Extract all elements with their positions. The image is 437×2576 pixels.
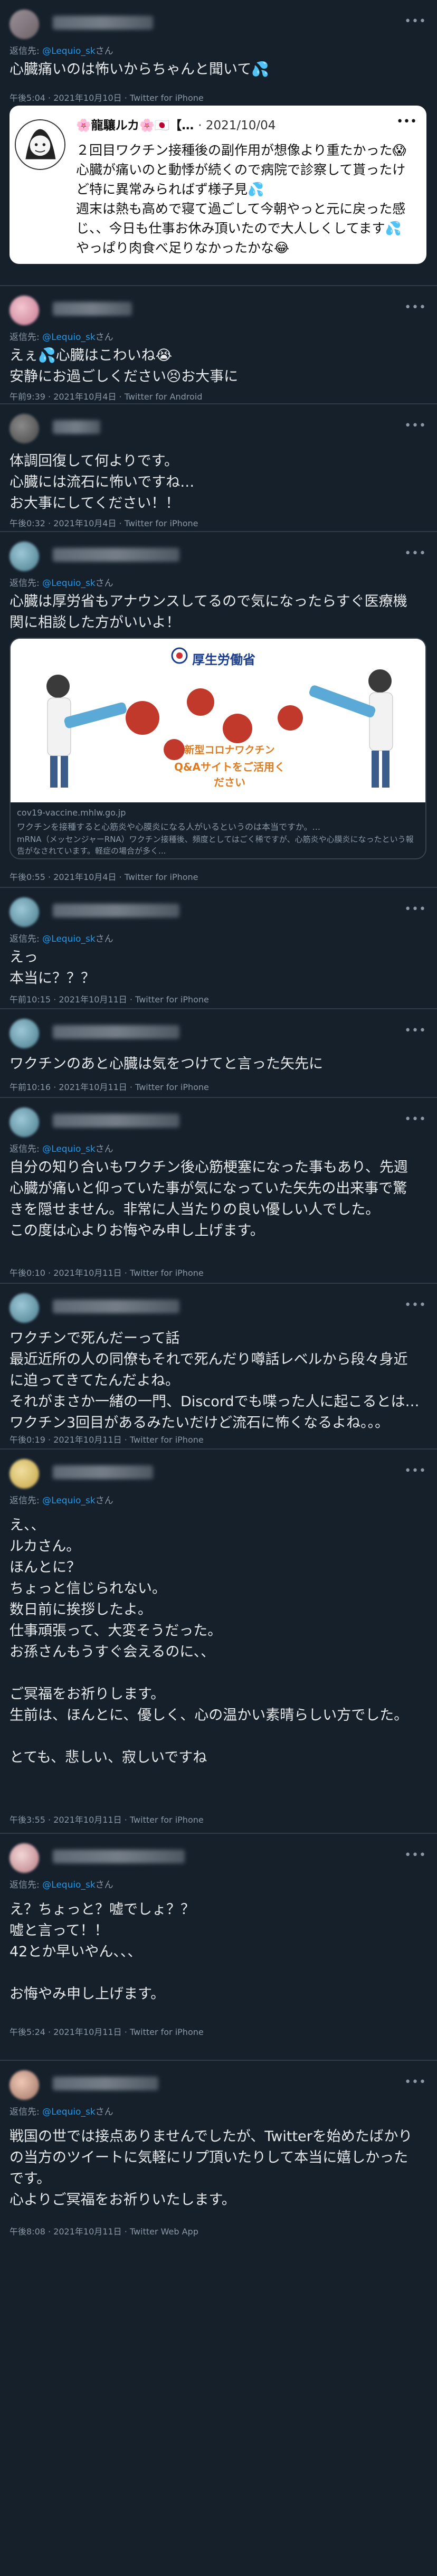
- tweet[interactable]: ••• 体調回復して何よりです。 心臓には流石に怖いですね… お大事にしてくださ…: [0, 404, 437, 542]
- tweet-text: 体調回復して何よりです。 心臓には流石に怖いですね… お大事にしてください！！: [10, 453, 195, 512]
- tweet-meta: 午前9:39 · 2021年10月4日 · Twitter for Androi…: [10, 392, 203, 402]
- reply-context: 返信先: @Lequio_skさん: [10, 46, 113, 56]
- tweet[interactable]: ••• 返信先: @Lequio_skさん え？ちょっと？嘘でしょ？？ 嘘と言っ…: [0, 1834, 437, 2056]
- tweet-text: 戦国の世では接点ありませんでしたが、Twitterを始めたばかりの当方のツイート…: [10, 2128, 413, 2208]
- link-card[interactable]: 厚生労働省 新型コロナワクチン Q&Aサイトをご活用ください cov19-vac…: [10, 638, 426, 859]
- avatar[interactable]: [10, 1843, 39, 1873]
- tweet-text: え、、 ルカさん。 ほんとに？ ちょっと信じられない。 数日前に挨拶したよ。 仕…: [10, 1517, 408, 1766]
- tweet[interactable]: ••• 返信先: @Lequio_skさん 心臓は厚労省もアナウンスしてるので気…: [0, 532, 437, 923]
- display-name[interactable]: [53, 16, 153, 30]
- quoted-text: ２回目ワクチン接種後の副作用が想像より重たかった😱 心臓が痛いのと動悸が続くので…: [76, 143, 406, 255]
- more-options-icon[interactable]: •••: [404, 1464, 426, 1478]
- tweet[interactable]: ••• 返信先: @Lequio_skさん え、、 ルカさん。 ほんとに？ ちょ…: [0, 1450, 437, 1825]
- avatar[interactable]: [10, 1107, 39, 1137]
- reply-handle-link[interactable]: @Lequio_sk: [42, 1495, 96, 1506]
- more-options-icon[interactable]: •••: [404, 547, 426, 560]
- display-name[interactable]: [53, 302, 132, 316]
- display-name[interactable]: [53, 2077, 158, 2090]
- display-name[interactable]: [53, 1114, 179, 1128]
- quoted-more-icon[interactable]: •••: [396, 115, 417, 128]
- quoted-avatar: [15, 119, 65, 170]
- tweet[interactable]: ••• 返信先: @Lequio_skさん 自分の知り合いもワクチン後心筋梗塞に…: [0, 1098, 437, 1278]
- reply-handle-link[interactable]: @Lequio_sk: [42, 332, 96, 343]
- tweet-thread: ••• 返信先: @Lequio_skさん 心臓痛いのは怖いからちゃんと聞いて💦…: [0, 0, 437, 2576]
- tweet-meta: 午後3:55 · 2021年10月11日 · Twitter for iPhon…: [10, 1815, 204, 1825]
- display-name[interactable]: [53, 904, 179, 917]
- display-name[interactable]: [53, 1300, 179, 1313]
- card-banner: 新型コロナワクチン Q&Aサイトをご活用ください: [174, 744, 285, 789]
- reply-handle-link[interactable]: @Lequio_sk: [42, 46, 96, 56]
- more-options-icon[interactable]: •••: [404, 1299, 426, 1312]
- reply-handle-link[interactable]: @Lequio_sk: [42, 934, 96, 944]
- tweet[interactable]: ••• 返信先: @Lequio_skさん えっ 本当に？？？ 午前10:15 …: [0, 888, 437, 1005]
- more-options-icon[interactable]: •••: [404, 419, 426, 432]
- reply-context: 返信先: @Lequio_skさん: [10, 1144, 113, 1154]
- tweet[interactable]: ••• 返信先: @Lequio_skさん えぇ💦心臓はこわいね😭 安静にお過ご…: [0, 286, 437, 402]
- display-name[interactable]: [53, 1025, 179, 1039]
- quoted-header: 🌸龍驤ルカ🌸🇯🇵【… · 2021/10/04: [76, 119, 276, 132]
- tweet-meta: 午後5:04 · 2021年10月10日 · Twitter for iPhon…: [10, 93, 204, 103]
- tweet-text: えぇ💦心臓はこわいね😭 安静にお過ごしください😣お大事に: [10, 347, 239, 385]
- avatar[interactable]: [10, 1293, 39, 1323]
- reply-handle-link[interactable]: @Lequio_sk: [42, 1144, 96, 1154]
- more-options-icon[interactable]: •••: [404, 1849, 426, 1862]
- tweet-text: 心臓は厚労省もアナウンスしてるので気になったらすぐ医療機関に相談した方がいいよ！: [10, 593, 407, 631]
- avatar[interactable]: [10, 414, 39, 443]
- reply-context: 返信先: @Lequio_skさん: [10, 1880, 113, 1890]
- reply-handle-link[interactable]: @Lequio_sk: [42, 578, 96, 589]
- reply-context: 返信先: @Lequio_skさん: [10, 934, 113, 944]
- reply-context: 返信先: @Lequio_skさん: [10, 1495, 113, 1506]
- tweet-text: 心臓痛いのは怖いからちゃんと聞いて💦: [10, 61, 269, 78]
- more-options-icon[interactable]: •••: [404, 2076, 426, 2089]
- display-name[interactable]: [53, 548, 179, 562]
- link-card-image: 厚生労働省 新型コロナワクチン Q&Aサイトをご活用ください: [11, 639, 425, 802]
- avatar[interactable]: [10, 296, 39, 325]
- reply-handle-link[interactable]: @Lequio_sk: [42, 2107, 96, 2117]
- tweet-text: ワクチンのあと心臓は気をつけてと言った矢先に: [10, 1056, 323, 1072]
- reply-context: 返信先: @Lequio_skさん: [10, 2107, 113, 2117]
- tweet[interactable]: ••• 返信先: @Lequio_skさん 戦国の世では接点ありませんでしたが、…: [0, 2061, 437, 2240]
- tweet-meta: 午後5:24 · 2021年10月11日 · Twitter for iPhon…: [10, 2027, 204, 2037]
- tweet-meta: 午前10:16 · 2021年10月11日 · Twitter for iPho…: [10, 1082, 209, 1092]
- more-options-icon[interactable]: •••: [404, 1024, 426, 1037]
- tweet-text: ワクチンで死んだーって話 最近近所の人の同僚もそれで死んだり噂話レベルから段々身…: [10, 1330, 420, 1431]
- tweet-meta: 午後0:10 · 2021年10月11日 · Twitter for iPhon…: [10, 1268, 204, 1278]
- tweet-meta: 午後0:19 · 2021年10月11日 · Twitter for iPhon…: [10, 1435, 204, 1445]
- link-card-domain: cov19-vaccine.mhlw.go.jp: [17, 808, 126, 818]
- tweet-meta: 午後0:55 · 2021年10月4日 · Twitter for iPhone: [10, 872, 198, 882]
- quoted-tweet[interactable]: 🌸龍驤ルカ🌸🇯🇵【… · 2021/10/04 ••• ２回目ワクチン接種後の副…: [10, 106, 426, 264]
- link-card-text: cov19-vaccine.mhlw.go.jp ワクチンを接種すると心筋炎や心…: [11, 802, 425, 858]
- mhlw-logo: 厚生労働省: [192, 652, 255, 667]
- link-card-title: ワクチンを接種すると心筋炎や心膜炎になる人がいるというのは本当ですか。...: [17, 822, 320, 832]
- avatar[interactable]: [10, 1019, 39, 1048]
- link-card-description: mRNA（メッセンジャーRNA）ワクチン接種後、頻度としてはごく稀ですが、心筋炎…: [17, 835, 414, 856]
- reply-context: 返信先: @Lequio_skさん: [10, 578, 113, 589]
- reply-context: 返信先: @Lequio_skさん: [10, 332, 113, 343]
- tweet-text: え？ちょっと？嘘でしょ？？ 嘘と言って！！ 42とか早いやん、、、 お悔やみ申し…: [10, 1901, 195, 2002]
- more-options-icon[interactable]: •••: [404, 15, 426, 28]
- tweet-meta: 午後8:08 · 2021年10月11日 · Twitter Web App: [10, 2227, 198, 2237]
- more-options-icon[interactable]: •••: [404, 1113, 426, 1126]
- avatar[interactable]: [10, 10, 39, 39]
- avatar[interactable]: [10, 897, 39, 927]
- tweet[interactable]: ••• ワクチンで死んだーって話 最近近所の人の同僚もそれで死んだり噂話レベルか…: [0, 1284, 437, 1445]
- tweet[interactable]: ••• ワクチンのあと心臓は気をつけてと言った矢先に 午前10:16 · 202…: [0, 1009, 437, 1094]
- display-name[interactable]: [53, 420, 100, 434]
- more-options-icon[interactable]: •••: [404, 301, 426, 314]
- display-name[interactable]: [53, 1465, 153, 1479]
- tweet-text: えっ 本当に？？？: [10, 949, 95, 987]
- tweet-meta: 午後0:32 · 2021年10月4日 · Twitter for iPhone: [10, 518, 198, 528]
- more-options-icon[interactable]: •••: [404, 903, 426, 916]
- avatar[interactable]: [10, 542, 39, 571]
- display-name[interactable]: [53, 1850, 185, 1863]
- tweet-meta: 午前10:15 · 2021年10月11日 · Twitter for iPho…: [10, 995, 209, 1005]
- reply-handle-link[interactable]: @Lequio_sk: [42, 1880, 96, 1890]
- tweet[interactable]: ••• 返信先: @Lequio_skさん 心臓痛いのは怖いからちゃんと聞いて💦…: [0, 0, 437, 285]
- tweet-text: 自分の知り合いもワクチン後心筋梗塞になった事もあり、先週心臓が痛いと仰っていた事…: [10, 1159, 408, 1239]
- avatar[interactable]: [10, 2070, 39, 2100]
- avatar[interactable]: [10, 1459, 39, 1489]
